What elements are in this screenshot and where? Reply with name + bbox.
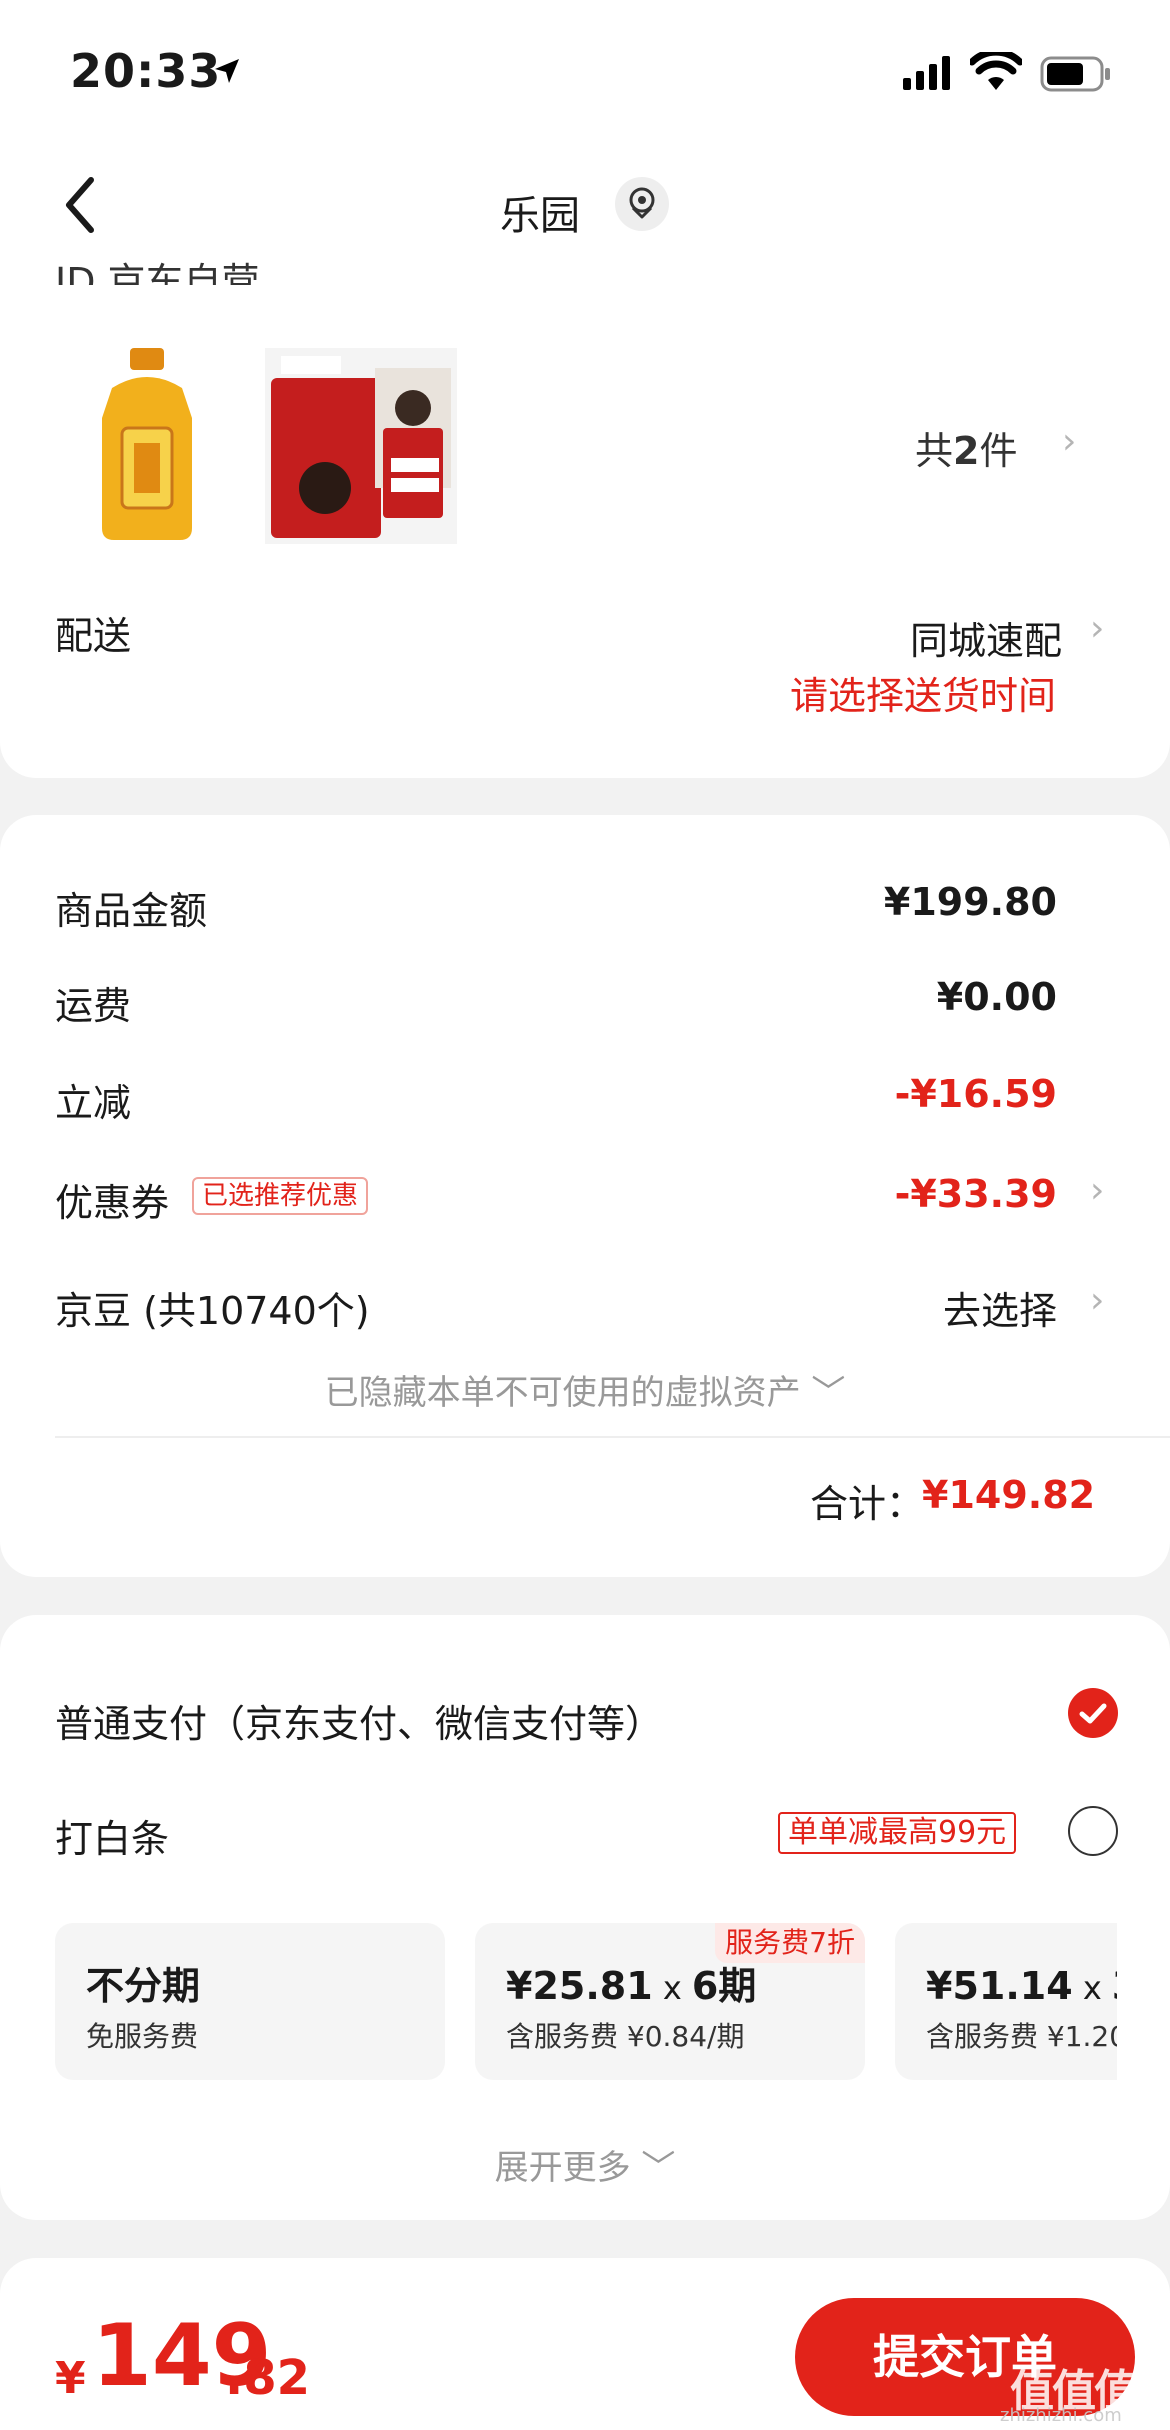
payment-option-baitiao[interactable]: 打白条 [55, 1808, 169, 1863]
installment-option-6[interactable]: ¥25.81 x 6期 含服务费 ¥0.84/期 服务费7折 [475, 1923, 865, 2080]
product-image-oil[interactable] [92, 348, 202, 544]
installment-option-none[interactable]: 不分期 免服务费 [55, 1923, 445, 2080]
product-image-coffee[interactable] [265, 348, 457, 544]
jd-beans-label: 京豆 (共10740个) [55, 1289, 370, 1333]
total-value: ¥149.82 [922, 1473, 1096, 1517]
location-pin-icon [629, 187, 655, 219]
address-title[interactable]: 乐园 [500, 183, 580, 241]
item-count[interactable]: 共2件 [915, 420, 1017, 475]
delivery-method[interactable]: 同城速配 [910, 610, 1062, 665]
location-button[interactable] [615, 177, 669, 231]
radio-unchecked-icon[interactable] [1068, 1806, 1118, 1856]
payment-option-regular[interactable]: 普通支付（京东支付、微信支付等） [55, 1693, 663, 1748]
hidden-assets-toggle[interactable]: 已隐藏本单不可使用的虚拟资产 ﹀ [0, 1365, 1170, 1414]
delivery-label: 配送 [55, 614, 132, 658]
battery-icon [1040, 56, 1110, 92]
shipping-value: ¥0.00 [936, 975, 1057, 1019]
total-label: 合计： [810, 1482, 925, 1526]
jd-beans-select[interactable]: 去选择 [943, 1280, 1057, 1335]
chevron-right-icon: › [1090, 1170, 1105, 1211]
wifi-icon [970, 52, 1022, 90]
instant-discount-value: -¥16.59 [894, 1072, 1057, 1116]
location-arrow-icon [215, 59, 239, 83]
coupon-value[interactable]: -¥33.39 [895, 1172, 1057, 1216]
service-fee-discount-badge: 服务费7折 [715, 1923, 865, 1963]
baitiao-promo-tag: 单单减最高99元 [778, 1812, 1017, 1854]
installment-options: 不分期 免服务费 ¥25.81 x 6期 含服务费 ¥0.84/期 服务费7折 … [55, 1923, 1117, 2083]
chevron-right-icon: › [1090, 608, 1105, 649]
cellular-signal-icon [903, 56, 950, 90]
shipping-label: 运费 [55, 984, 132, 1028]
divider [55, 1436, 1170, 1438]
subtotal-label: 商品金额 [55, 889, 208, 933]
select-delivery-time-link[interactable]: 请选择送货时间 [790, 665, 1056, 720]
store-name: JD 京东自营 [55, 260, 260, 285]
coupon-recommended-tag: 已选推荐优惠 [192, 1177, 369, 1215]
watermark-url: zhizhizhi.com [1000, 2405, 1122, 2426]
chevron-right-icon: › [1090, 1280, 1105, 1321]
back-button[interactable] [55, 170, 115, 240]
check-icon [1079, 1703, 1107, 1724]
price-decimal: .82 [225, 2350, 311, 2406]
instant-discount-label: 立减 [55, 1081, 132, 1125]
coupon-label: 优惠券 [55, 1181, 170, 1225]
status-time: 20:33 [70, 44, 222, 98]
expand-more-button[interactable]: 展开更多 ﹀ [0, 2140, 1170, 2189]
price-currency: ¥ [55, 2353, 86, 2404]
subtotal-value: ¥199.80 [883, 880, 1057, 924]
installment-option-3[interactable]: ¥51.14 x 3期 含服务费 ¥1.20/期 [895, 1923, 1117, 2080]
radio-checked-icon[interactable] [1068, 1688, 1118, 1738]
chevron-right-icon: › [1062, 421, 1077, 462]
